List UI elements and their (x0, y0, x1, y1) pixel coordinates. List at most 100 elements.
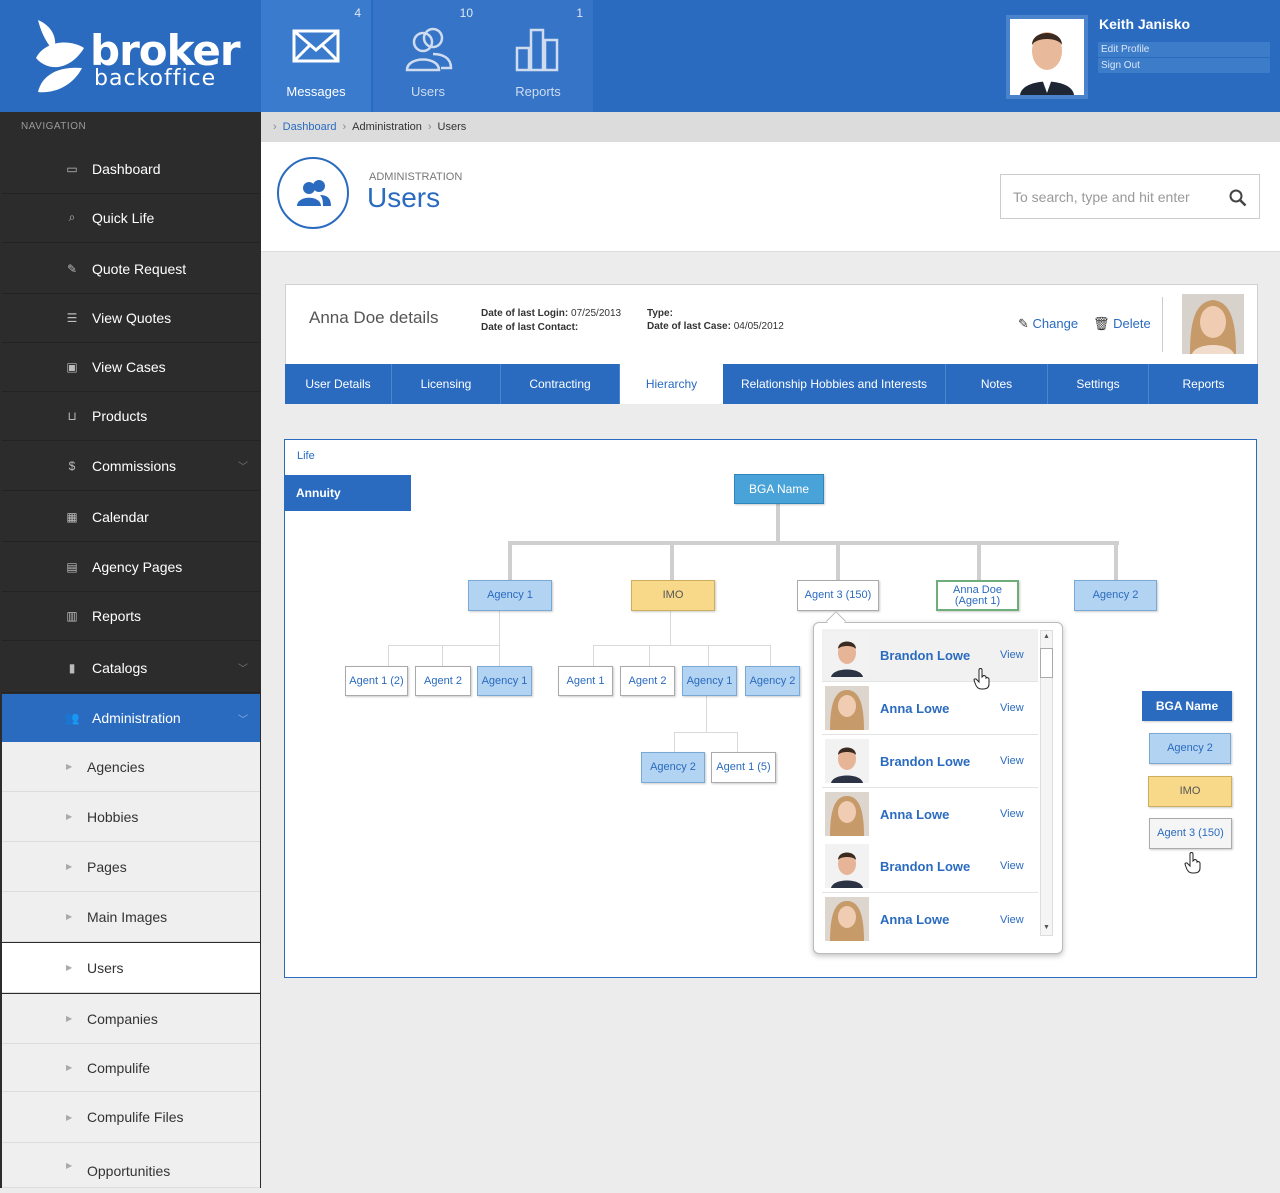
change-button[interactable]: ✎ Change (1018, 316, 1078, 332)
scroll-down-icon[interactable]: ▼ (1043, 924, 1050, 931)
popup-row-name[interactable]: Brandon Lowe (880, 735, 970, 787)
subnav-item-main-images[interactable]: ▶ Main Images (2, 892, 260, 942)
node-agent-1-2[interactable]: Agent 1 (2) (345, 666, 408, 696)
subnav-item-users[interactable]: ▶ Users (2, 943, 260, 993)
popup-row-name[interactable]: Brandon Lowe (880, 840, 970, 892)
node-imo-agent-1[interactable]: Agent 1 (558, 666, 613, 696)
last-contact-label: Date of last Contact: (481, 322, 579, 333)
sidebar-item-label: Quote Request (92, 260, 187, 277)
node-imo-agent-2[interactable]: Agent 2 (620, 666, 675, 696)
sidebar-item-calendar[interactable]: ▦ Calendar (2, 492, 260, 542)
edit-profile-link[interactable]: Edit Profile (1098, 42, 1270, 57)
sidebar-item-view-cases[interactable]: ▣ View Cases (2, 342, 260, 392)
subnav-item-companies[interactable]: ▶ Companies (2, 994, 260, 1044)
view-link[interactable]: View (1000, 629, 1024, 681)
node-agent-2[interactable]: Agent 2 (415, 666, 471, 696)
sidebar-item-label: Calendar (92, 508, 149, 525)
topnav-users[interactable]: 10 Users (373, 0, 483, 112)
subnav-item-compulife-files[interactable]: ▶ Compulife Files (2, 1092, 260, 1143)
caret-right-icon: ▶ (66, 1112, 73, 1122)
subnav-item-hobbies[interactable]: ▶ Hobbies (2, 792, 260, 842)
node-imo-agency-2[interactable]: Agency 2 (745, 666, 800, 696)
tab-settings[interactable]: Settings (1048, 364, 1149, 404)
node-sub-agent-1-5[interactable]: Agent 1 (5) (711, 752, 776, 783)
popup-row[interactable]: Brandon Lowe View (822, 629, 1038, 682)
subnav-item-agencies[interactable]: ▶ Agencies (2, 742, 260, 792)
tab-user-details[interactable]: User Details (285, 364, 392, 404)
profile-avatar[interactable] (1006, 15, 1088, 99)
view-link[interactable]: View (1000, 788, 1024, 840)
tab-hierarchy[interactable]: Hierarchy (620, 364, 723, 404)
node-agency-1-child[interactable]: Agency 1 (477, 666, 532, 696)
sidebar-item-agency-pages[interactable]: ▤ Agency Pages (2, 542, 260, 592)
legend-agency-2[interactable]: Agency 2 (1149, 733, 1231, 764)
popup-row-name[interactable]: Anna Lowe (880, 893, 949, 946)
category-life[interactable]: Life (297, 450, 315, 462)
breadcrumb-administration[interactable]: Administration (352, 121, 422, 133)
view-link[interactable]: View (1000, 840, 1024, 892)
tab-licensing[interactable]: Licensing (392, 364, 501, 404)
tab-notes[interactable]: Notes (946, 364, 1048, 404)
connector (593, 645, 594, 667)
sidebar-item-products[interactable]: ⊔ Products (2, 391, 260, 441)
sidebar-item-quick-life[interactable]: ⌕ Quick Life (2, 193, 260, 243)
view-link[interactable]: View (1000, 682, 1024, 734)
node-imo-agency-1[interactable]: Agency 1 (682, 666, 737, 696)
profile-name: Keith Janisko (1099, 16, 1191, 32)
user-photo (1182, 294, 1244, 354)
details-title: Anna Doe details (309, 308, 439, 327)
tab-relationship-hobbies[interactable]: Relationship Hobbies and Interests (723, 364, 946, 404)
node-anna-doe[interactable]: Anna Doe (Agent 1) (936, 580, 1019, 611)
sidebar-item-view-quotes[interactable]: ☰ View Quotes (2, 293, 260, 343)
sidebar-item-dashboard[interactable]: ▭ Dashboard (2, 144, 260, 194)
node-agent-3[interactable]: Agent 3 (150) (797, 580, 879, 611)
sidebar-item-reports[interactable]: ▥ Reports (2, 591, 260, 641)
node-bga-name[interactable]: BGA Name (734, 474, 824, 504)
category-annuity[interactable]: Annuity (284, 475, 411, 511)
popup-row[interactable]: Anna Lowe View (822, 788, 1038, 841)
reports-label: Reports (515, 84, 561, 99)
caret-right-icon: ▶ (66, 1014, 73, 1023)
popup-row-name[interactable]: Brandon Lowe (880, 629, 970, 681)
view-link[interactable]: View (1000, 893, 1024, 946)
avatar (825, 897, 869, 941)
subnav-item-opportunities[interactable]: ▶ Opportunities (2, 1143, 260, 1188)
tab-contracting[interactable]: Contracting (501, 364, 620, 404)
subnav-item-compulife[interactable]: ▶ Compulife (2, 1044, 260, 1092)
popup-row[interactable]: Brandon Lowe View (822, 840, 1038, 893)
scroll-thumb[interactable] (1040, 648, 1053, 678)
sign-out-link[interactable]: Sign Out (1098, 58, 1270, 73)
legend-bga-name[interactable]: BGA Name (1142, 691, 1232, 721)
topnav-reports[interactable]: 1 Reports (483, 0, 593, 112)
node-imo[interactable]: IMO (631, 580, 715, 611)
sidebar-item-catalogs[interactable]: ▮ Catalogs ﹀ (2, 643, 260, 693)
sidebar-item-quote-request[interactable]: ✎ Quote Request (2, 244, 260, 294)
node-agency-1[interactable]: Agency 1 (468, 580, 552, 611)
legend-agent-3[interactable]: Agent 3 (150) (1149, 818, 1232, 849)
search-input[interactable]: To search, type and hit enter (1000, 174, 1260, 219)
delete-label: Delete (1113, 316, 1151, 331)
search-icon[interactable] (1229, 189, 1247, 207)
node-sub-agency-2[interactable]: Agency 2 (641, 752, 705, 783)
topnav-messages[interactable]: 4 Messages (261, 0, 371, 112)
delete-button[interactable]: 🗑 Delete (1093, 316, 1151, 332)
sidebar-item-label: View Quotes (92, 309, 172, 326)
breadcrumb-users: Users (437, 121, 467, 133)
view-link[interactable]: View (1000, 735, 1024, 787)
scroll-up-icon[interactable]: ▲ (1043, 633, 1050, 640)
brand-logo[interactable]: broker backoffice (0, 0, 260, 112)
popup-row[interactable]: Anna Lowe View (822, 682, 1038, 735)
subnav-item-pages[interactable]: ▶ Pages (2, 842, 260, 892)
sidebar-item-administration[interactable]: 👥 Administration ﹀ (2, 694, 260, 742)
laptop-icon: ▭ (66, 161, 78, 176)
popup-row[interactable]: Anna Lowe View (822, 893, 1038, 946)
tab-reports[interactable]: Reports (1149, 364, 1258, 404)
connector (836, 545, 840, 581)
popup-row[interactable]: Brandon Lowe View (822, 735, 1038, 788)
popup-row-name[interactable]: Anna Lowe (880, 788, 949, 840)
popup-row-name[interactable]: Anna Lowe (880, 682, 949, 734)
node-agency-2[interactable]: Agency 2 (1074, 580, 1157, 611)
sidebar-item-commissions[interactable]: $ Commissions ﹀ (2, 441, 260, 491)
legend-imo[interactable]: IMO (1148, 776, 1232, 807)
breadcrumb-dashboard[interactable]: Dashboard (283, 121, 337, 133)
